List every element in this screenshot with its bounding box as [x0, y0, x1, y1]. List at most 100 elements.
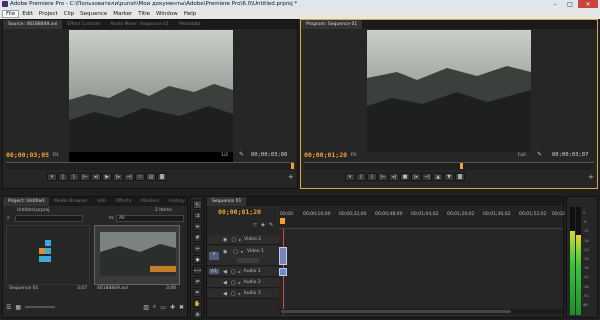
- source-resolution-select[interactable]: 1/2: [221, 153, 228, 158]
- play-icon[interactable]: ▶: [102, 173, 112, 181]
- add-button-icon[interactable]: +: [588, 173, 594, 181]
- go-to-out-icon[interactable]: →|: [124, 173, 134, 181]
- playhead-icon[interactable]: [280, 218, 285, 224]
- stop-icon[interactable]: ■: [400, 173, 410, 181]
- export-frame-icon[interactable]: ◙: [455, 173, 465, 181]
- step-forward-icon[interactable]: |▸: [113, 173, 123, 181]
- tab-effect-controls[interactable]: Effect Controls: [62, 20, 105, 29]
- expand-icon[interactable]: ▸: [239, 280, 241, 285]
- track-select-tool-icon[interactable]: ⇉: [193, 211, 202, 220]
- tab-markers[interactable]: Markers: [136, 197, 164, 206]
- new-item-icon[interactable]: ✚: [170, 304, 175, 311]
- keyframe-nav[interactable]: [237, 258, 259, 263]
- track-target-label[interactable]: V: [209, 252, 219, 260]
- source-time-ruler[interactable]: [6, 162, 294, 170]
- clear-marks-icon[interactable]: }: [367, 173, 377, 181]
- timeline-scrollbar[interactable]: [279, 309, 563, 314]
- export-frame-icon[interactable]: ◙: [157, 173, 167, 181]
- source-playhead-icon[interactable]: [291, 163, 294, 169]
- scroll-thumb[interactable]: [281, 310, 511, 313]
- project-item-clip[interactable]: [94, 225, 180, 285]
- expand-icon[interactable]: ▸: [239, 237, 241, 242]
- trash-icon[interactable]: ✖: [179, 304, 184, 311]
- tab-info[interactable]: Info: [92, 197, 111, 206]
- zoom-slider[interactable]: [25, 306, 56, 308]
- snap-icon[interactable]: ⊂: [253, 222, 257, 228]
- maximize-button[interactable]: □: [563, 0, 577, 8]
- marker-icon[interactable]: ◈: [261, 222, 265, 228]
- icon-view-icon[interactable]: ▦: [15, 304, 21, 311]
- automate-icon[interactable]: ▥: [143, 304, 149, 311]
- close-button[interactable]: ✕: [578, 0, 598, 8]
- hand-tool-icon[interactable]: ✋: [193, 299, 202, 308]
- search-icon[interactable]: ⌕: [7, 215, 10, 221]
- timeline-ruler[interactable]: 00;00 00;00;16;00 00;00;32;00 00;00;48;0…: [279, 207, 565, 229]
- extract-icon[interactable]: ▼: [444, 173, 454, 181]
- new-bin-icon[interactable]: ▭: [160, 304, 166, 311]
- insert-icon[interactable]: ▭: [135, 173, 145, 181]
- lock-icon[interactable]: ▢: [231, 237, 236, 243]
- eye-icon[interactable]: ◉: [223, 237, 227, 243]
- wrench-icon[interactable]: ✎: [239, 151, 244, 158]
- menu-clip[interactable]: Clip: [61, 11, 77, 17]
- project-item-sequence[interactable]: [6, 225, 90, 285]
- mark-in-icon[interactable]: ▾: [47, 173, 57, 181]
- list-view-icon[interactable]: ☰: [6, 304, 11, 311]
- tab-sequence[interactable]: Sequence 01: [207, 197, 247, 206]
- mark-out-icon[interactable]: {: [356, 173, 366, 181]
- menu-sequence[interactable]: Sequence: [77, 11, 110, 17]
- menu-window[interactable]: Window: [153, 11, 181, 17]
- menu-project[interactable]: Project: [36, 11, 61, 17]
- program-video-frame[interactable]: [367, 30, 531, 152]
- step-back-icon[interactable]: ◂|: [91, 173, 101, 181]
- ripple-edit-tool-icon[interactable]: ⇹: [193, 222, 202, 231]
- lift-icon[interactable]: ▲: [433, 173, 443, 181]
- step-back-icon[interactable]: ◂|: [389, 173, 399, 181]
- lock-icon[interactable]: ▢: [233, 249, 238, 255]
- zoom-tool-icon[interactable]: ⊕: [193, 310, 202, 319]
- tab-effects[interactable]: Effects: [111, 197, 136, 206]
- timeline-timecode[interactable]: 00;00;01;20: [218, 208, 261, 216]
- menu-marker[interactable]: Marker: [110, 11, 135, 17]
- search-input[interactable]: [15, 215, 83, 222]
- source-video-frame[interactable]: [69, 30, 233, 162]
- expand-icon[interactable]: ▸: [239, 269, 241, 274]
- lock-icon[interactable]: ▢: [231, 291, 236, 297]
- tab-media-browser[interactable]: Media Browser: [49, 197, 92, 206]
- speaker-icon[interactable]: ◀: [223, 269, 227, 275]
- source-timecode-in[interactable]: 00;00;03;05: [6, 151, 49, 159]
- tab-program[interactable]: Program: Sequence 01: [301, 20, 363, 29]
- slip-tool-icon[interactable]: ⟷: [193, 266, 202, 275]
- program-fit-select[interactable]: Fit: [351, 153, 356, 158]
- wrench-icon[interactable]: ✎: [537, 151, 542, 158]
- selection-tool-icon[interactable]: ↖: [193, 200, 202, 209]
- lock-icon[interactable]: ▢: [231, 269, 236, 275]
- program-time-ruler[interactable]: [304, 162, 594, 170]
- rolling-edit-tool-icon[interactable]: #: [193, 233, 202, 242]
- program-playhead-icon[interactable]: [460, 163, 463, 169]
- menu-title[interactable]: Title: [135, 11, 153, 17]
- go-to-in-icon[interactable]: |←: [80, 173, 90, 181]
- pen-tool-icon[interactable]: ✒: [193, 288, 202, 297]
- tab-audio-mixer[interactable]: Audio Mixer: Sequence 01: [105, 20, 174, 29]
- slide-tool-icon[interactable]: ⇌: [193, 277, 202, 286]
- add-button-icon[interactable]: +: [288, 173, 294, 181]
- step-forward-icon[interactable]: |▸: [411, 173, 421, 181]
- menu-edit[interactable]: Edit: [19, 11, 36, 17]
- track-target-label[interactable]: A1: [209, 269, 219, 274]
- program-resolution-select[interactable]: Full: [518, 153, 526, 158]
- collapse-icon[interactable]: ▾: [241, 249, 243, 254]
- mark-in-icon[interactable]: ▾: [345, 173, 355, 181]
- wrench-icon[interactable]: ✎: [269, 222, 273, 228]
- source-fit-select[interactable]: Fit: [53, 153, 58, 158]
- minimize-button[interactable]: –: [548, 0, 562, 8]
- menu-file[interactable]: File: [2, 10, 20, 18]
- expand-icon[interactable]: ▸: [239, 291, 241, 296]
- mark-out-icon[interactable]: {: [58, 173, 68, 181]
- menu-help[interactable]: Help: [181, 11, 200, 17]
- speaker-icon[interactable]: ◀: [223, 291, 227, 297]
- overwrite-icon[interactable]: ▤: [146, 173, 156, 181]
- tab-history[interactable]: History: [164, 197, 190, 206]
- go-to-in-icon[interactable]: |←: [378, 173, 388, 181]
- find-icon[interactable]: ⌕: [153, 303, 156, 311]
